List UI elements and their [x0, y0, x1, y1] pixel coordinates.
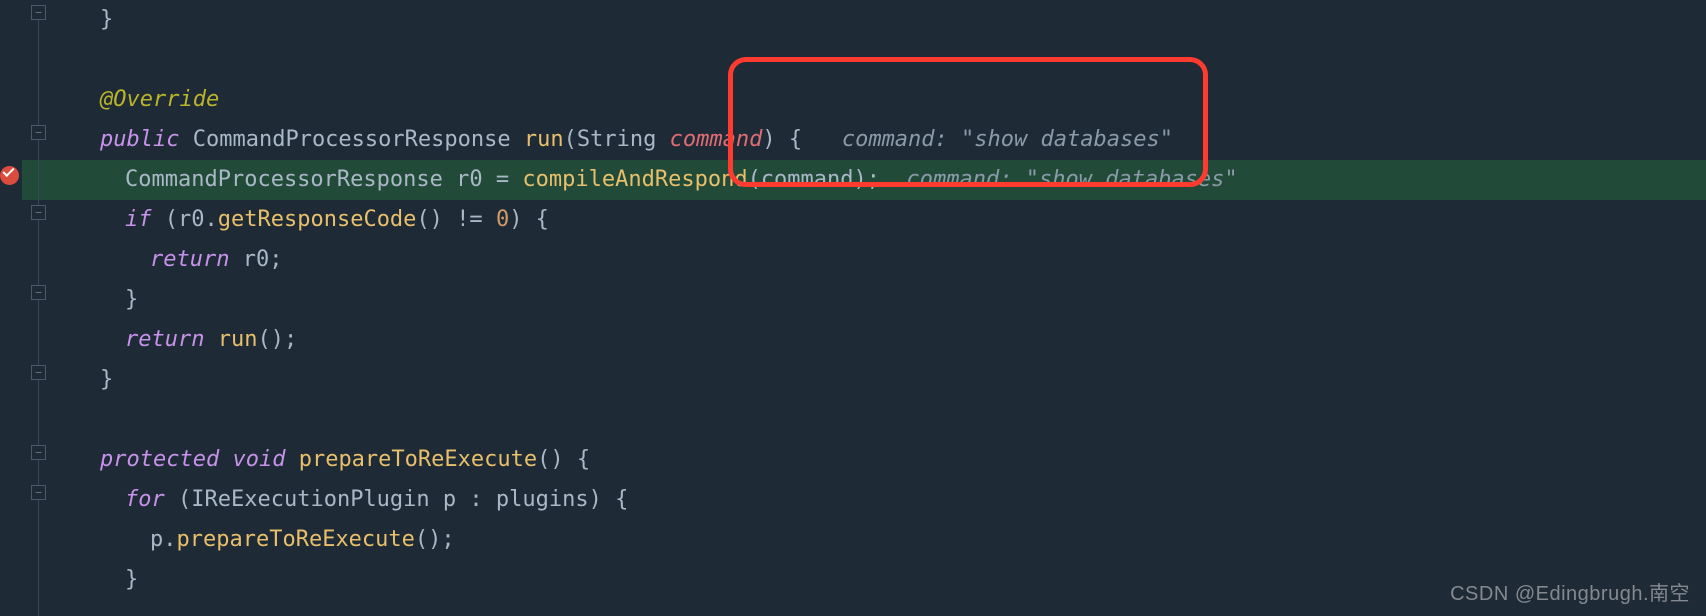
method-call: compileAndRespond — [522, 167, 747, 192]
param-type: String — [577, 127, 656, 152]
keyword: public — [100, 127, 179, 152]
code-line[interactable]: for (IReExecutionPlugin p : plugins) { — [52, 480, 1706, 520]
watermark: CSDN @Edingbrugh.南空 — [1450, 577, 1690, 606]
keyword: void — [232, 447, 285, 472]
keyword: for — [125, 487, 165, 512]
code-line[interactable]: } — [52, 0, 1706, 40]
variable: r0 — [456, 167, 483, 192]
param-name: command — [670, 127, 763, 152]
brace: } — [100, 7, 113, 32]
variable: r0 — [178, 207, 205, 232]
method-call: prepareToReExecute — [177, 527, 415, 552]
type: CommandProcessorResponse — [193, 127, 511, 152]
fold-guide — [38, 300, 39, 365]
code-editor[interactable]: − − − − − − − } @Override public Command… — [0, 0, 1706, 616]
variable: p — [443, 487, 456, 512]
method-call: run — [218, 327, 258, 352]
fold-guide — [38, 380, 39, 445]
variable: p — [150, 527, 163, 552]
fold-marker[interactable]: − — [31, 5, 46, 20]
method-name: prepareToReExecute — [299, 447, 537, 472]
brace: } — [125, 287, 138, 312]
code-line[interactable]: } — [52, 360, 1706, 400]
code-line[interactable] — [52, 400, 1706, 440]
code-line[interactable] — [52, 40, 1706, 80]
type: IReExecutionPlugin — [191, 487, 429, 512]
code-line[interactable]: return run(); — [52, 320, 1706, 360]
keyword: return — [125, 327, 204, 352]
keyword: protected — [100, 447, 219, 472]
method-call: getResponseCode — [218, 207, 417, 232]
fold-guide — [38, 500, 39, 616]
inline-hint: command: "show databases" — [842, 127, 1173, 152]
code-line[interactable]: } — [52, 280, 1706, 320]
code-line[interactable]: if (r0.getResponseCode() != 0) { — [52, 200, 1706, 240]
code-line[interactable]: return r0; — [52, 240, 1706, 280]
annotation: @Override — [100, 87, 219, 112]
inline-hint: command: "show databases" — [907, 167, 1238, 192]
code-line[interactable]: public CommandProcessorResponse run(Stri… — [52, 120, 1706, 160]
code-area[interactable]: } @Override public CommandProcessorRespo… — [52, 0, 1706, 600]
fold-guide — [38, 20, 39, 125]
fold-guide — [38, 460, 39, 485]
breakpoint-icon[interactable] — [0, 166, 19, 185]
argument: command — [761, 167, 854, 192]
code-line[interactable]: @Override — [52, 80, 1706, 120]
type: CommandProcessorResponse — [125, 167, 443, 192]
keyword: return — [150, 247, 229, 272]
keyword: if — [125, 207, 152, 232]
number: 0 — [496, 207, 509, 232]
fold-guide — [38, 140, 39, 205]
method-name: run — [524, 127, 564, 152]
code-line[interactable]: p.prepareToReExecute(); — [52, 520, 1706, 560]
fold-guide — [38, 220, 39, 285]
variable: plugins — [496, 487, 589, 512]
code-line-current[interactable]: CommandProcessorResponse r0 = compileAnd… — [52, 160, 1706, 200]
fold-marker[interactable]: − — [31, 485, 46, 500]
code-line[interactable]: protected void prepareToReExecute() { — [52, 440, 1706, 480]
brace: } — [125, 567, 138, 592]
variable: r0 — [243, 247, 270, 272]
gutter[interactable]: − − − − − − − — [0, 0, 22, 616]
brace: } — [100, 367, 113, 392]
